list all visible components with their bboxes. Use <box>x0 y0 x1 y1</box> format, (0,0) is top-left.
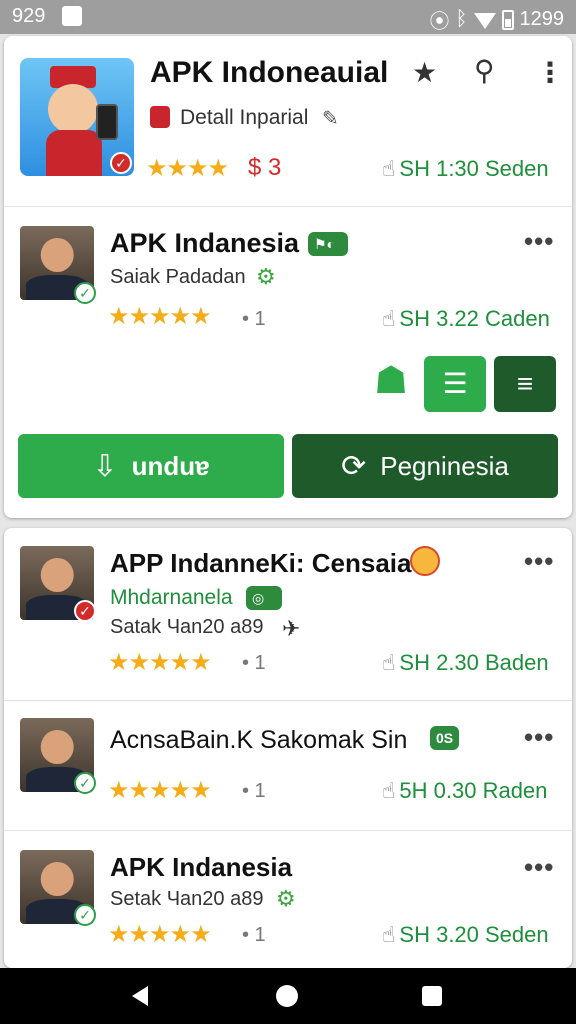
app-badge: ◎ <box>246 586 282 610</box>
hand-icon: ☝ <box>382 778 396 803</box>
mascot-phone <box>96 104 118 140</box>
price-label: $ 3 <box>248 154 282 181</box>
navigation-bar <box>0 968 576 1024</box>
home-icon[interactable] <box>276 985 298 1007</box>
star-icon[interactable]: ★ <box>412 56 437 89</box>
more-vert-icon[interactable]: ⋮ <box>536 56 564 89</box>
list-view-button[interactable]: ☰ <box>424 356 486 412</box>
app-meta-text: SH 1:30 Seden <box>399 156 549 181</box>
category-icon <box>150 106 170 128</box>
list-item[interactable]: ✓ APK Indanesia ••• Setak Чan20 a89 ⚙ ★★… <box>4 832 572 968</box>
download-icon: ⇩ <box>92 449 118 483</box>
vibrate-icon: ⦿ <box>429 11 450 33</box>
status-right: ⦿ ᛒ 1299 <box>430 5 565 34</box>
status-right-text: 1299 <box>519 8 565 30</box>
app-badge: 0S <box>430 726 460 750</box>
mascot-body <box>46 130 102 176</box>
rating-stars: ★★★★★ <box>108 921 212 948</box>
verified-check-icon: ✓ <box>74 282 96 304</box>
rating-count: • 1 <box>242 652 266 674</box>
divider <box>4 830 572 831</box>
pin-icon: ✎ <box>322 108 339 130</box>
android-robot-icon[interactable]: ☗ <box>374 358 408 403</box>
more-options-icon[interactable]: ••• <box>524 546 554 577</box>
status-bar: 929 ⦿ ᛒ 1299 <box>0 0 576 34</box>
list-item[interactable]: ✓ APP IndanneKi: Censaia ••• Mhdarnanela… <box>4 528 572 698</box>
hand-icon: ☝ <box>382 156 396 181</box>
list-item[interactable]: ✓ AcnsaBain.K Sakomak Sin 0S ••• ★★★★★ •… <box>4 702 572 830</box>
app-meta: ☝ SH 1:30 Seden <box>382 156 549 182</box>
list-item-meta: ☝ SH 2.30 Baden <box>382 650 549 676</box>
pin-icon: ✈ <box>282 616 301 641</box>
rating-stars: ★★★★★ <box>108 777 212 804</box>
emoji-icon <box>410 546 440 576</box>
wifi-icon <box>473 12 496 29</box>
menu-button[interactable]: ≡ <box>494 356 556 412</box>
featured-meta-text: SH 3.22 Caden <box>399 306 550 331</box>
rating-stars: ★★★★ <box>146 155 229 182</box>
mascot-face <box>48 84 98 134</box>
list-item-meta: ☝ SH 3.20 Seden <box>382 922 549 948</box>
list-item-meta-text: SH 2.30 Baden <box>399 650 549 675</box>
app-title: APK Indoneauial <box>150 56 389 89</box>
app-detail-card: ✓ APK Indoneauial ★ ⚲ ⋮ Detall Inparial … <box>4 36 572 518</box>
android-icon: ⚙ <box>276 886 296 911</box>
hand-icon: ☝ <box>382 650 396 675</box>
secondary-label: Pegninesia <box>380 450 509 481</box>
divider <box>4 700 572 701</box>
status-time: 929 <box>12 5 46 27</box>
list-item-title: AcnsaBain.K Sakomak Sin <box>110 726 408 754</box>
rating-count: • 1 <box>242 308 266 330</box>
verified-badge-icon: ✓ <box>110 152 132 174</box>
battery-icon <box>501 9 514 30</box>
notification-icon <box>62 6 82 26</box>
more-options-icon[interactable]: ••• <box>524 722 554 753</box>
download-label: unduɐ <box>131 450 210 481</box>
list-item-subtitle: Setak Чan20 a89 <box>110 888 264 910</box>
featured-app-subtitle: Saiak Padadan <box>110 266 246 288</box>
list-item-meta: ☝ 5H 0.30 Raden <box>382 778 547 804</box>
verified-badge-icon: ✓ <box>74 600 96 622</box>
app-badge: ⚑◐ <box>308 232 348 256</box>
rating-count: • 1 <box>242 780 266 802</box>
search-icon[interactable]: ⚲ <box>474 54 495 87</box>
verified-check-icon: ✓ <box>74 904 96 926</box>
divider <box>4 206 572 207</box>
back-icon[interactable] <box>132 986 148 1006</box>
refresh-icon: ⟳ <box>341 449 367 483</box>
app-icon-mascot[interactable]: ✓ <box>20 58 134 176</box>
list-item-title: APK Indanesia <box>110 852 293 882</box>
rating-stars: ★★★★★ <box>108 303 212 330</box>
list-item-title: APP IndanneKi: Censaia <box>110 548 412 578</box>
list-item-meta-text: 5H 0.30 Raden <box>399 778 548 803</box>
app-list-card: ✓ APP IndanneKi: Censaia ••• Mhdarnanela… <box>4 528 572 968</box>
recent-apps-icon[interactable] <box>422 986 442 1006</box>
list-item-meta-text: SH 3.20 Seden <box>399 922 549 947</box>
hand-icon: ☝ <box>382 306 396 331</box>
list-item-subtitle2: Satak Чan20 a89 <box>110 616 264 638</box>
featured-meta: ☝ SH 3.22 Caden <box>382 306 550 332</box>
app-subtitle: Detall Inparial <box>180 106 309 129</box>
rating-count: • 1 <box>242 924 266 946</box>
more-options-icon[interactable]: ••• <box>524 226 554 257</box>
secondary-button[interactable]: ⟳ Pegninesia <box>292 434 558 498</box>
list-item-subtitle: Mhdarnanela <box>110 586 233 609</box>
more-options-icon[interactable]: ••• <box>524 852 554 883</box>
download-button[interactable]: ⇩ unduɐ <box>18 434 284 498</box>
hand-icon: ☝ <box>382 922 396 947</box>
featured-app-title: APK Indanesia <box>110 228 300 258</box>
android-icon: ⚙ <box>256 264 276 289</box>
verified-check-icon: ✓ <box>74 772 96 794</box>
bluetooth-icon: ᛒ <box>455 8 468 30</box>
rating-stars: ★★★★★ <box>108 649 212 676</box>
